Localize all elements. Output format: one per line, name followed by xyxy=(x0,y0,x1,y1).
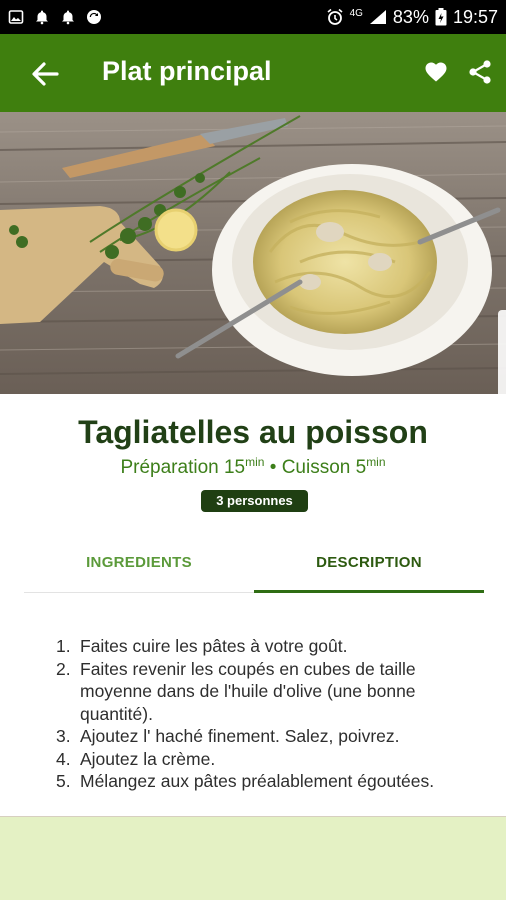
status-bar: 4G 83% 19:57 xyxy=(0,0,506,34)
tab-bar: INGREDIENTS DESCRIPTION xyxy=(24,545,484,593)
page-title: Plat principal xyxy=(102,56,272,86)
network-type: 4G xyxy=(349,8,363,19)
battery-percent: 83% xyxy=(392,6,429,27)
cook-time: Cuisson 5 xyxy=(281,457,367,478)
step-number: 4. xyxy=(56,748,71,769)
battery-icon xyxy=(435,8,447,26)
prep-time: Préparation 15 xyxy=(120,457,246,478)
servings-badge: 3 personnes xyxy=(201,490,308,512)
signal-icon xyxy=(369,10,386,24)
recipe-timing: Préparation 15min • Cuisson 5min xyxy=(0,455,506,479)
separator: • xyxy=(264,457,282,478)
pasta-dish-illustration xyxy=(0,112,506,394)
list-item: 5. Mélangez aux pâtes préalablement égout… xyxy=(56,770,486,793)
step-text: Mélangez aux pâtes préalablement égoutée… xyxy=(80,771,435,791)
prep-unit: min xyxy=(245,455,265,469)
step-text: Faites cuire les pâtes à votre goût. xyxy=(80,636,348,656)
clock: 19:57 xyxy=(452,6,498,27)
step-number: 3. xyxy=(56,726,71,746)
step-text: Faites revenir les coupés en cubes de ta… xyxy=(80,658,416,724)
cook-unit: min xyxy=(366,455,386,469)
footer-area xyxy=(0,816,506,900)
gallery-notification-icon xyxy=(8,10,24,24)
tab-description[interactable]: DESCRIPTION xyxy=(254,545,484,593)
alarm-icon xyxy=(327,8,343,25)
step-text: Ajoutez l' haché finement. Salez, poivre… xyxy=(80,726,400,746)
bell-notification-icon-2 xyxy=(62,10,74,25)
bell-notification-icon xyxy=(36,10,48,25)
list-item: 2. Faites revenir les coupés en cubes de … xyxy=(56,658,486,726)
step-number: 2. xyxy=(56,658,71,679)
favorite-heart-icon[interactable] xyxy=(424,60,448,84)
image-edge-tab xyxy=(498,310,506,394)
recipe-title: Tagliatelles au poisson xyxy=(78,414,428,450)
tab-ingredients[interactable]: INGREDIENTS xyxy=(24,545,254,593)
recipe-photo xyxy=(0,112,506,394)
back-arrow-icon[interactable] xyxy=(30,60,60,88)
step-text: Ajoutez la crème. xyxy=(80,748,216,769)
step-number: 1. xyxy=(56,636,71,656)
app-bar: Plat principal xyxy=(0,34,506,112)
steps-list: 1. Faites cuire les pâtes à votre goût. 2… xyxy=(56,635,486,793)
list-item: 4. Ajoutez la crème. xyxy=(56,748,486,771)
step-number: 5. xyxy=(56,771,71,791)
list-item: 1. Faites cuire les pâtes à votre goût. xyxy=(56,635,486,658)
share-icon[interactable] xyxy=(467,59,493,85)
sync-notification-icon xyxy=(87,10,101,24)
list-item: 3. Ajoutez l' haché finement. Salez, poiv… xyxy=(56,725,486,748)
